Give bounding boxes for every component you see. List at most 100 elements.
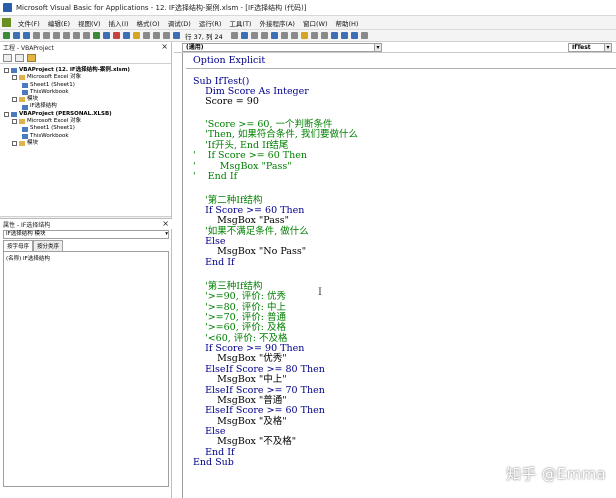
procedure-combo[interactable]: IfTest ▾ bbox=[568, 42, 612, 52]
view-object-icon[interactable] bbox=[15, 53, 24, 62]
left-panel: 工程 - VBAProject × VBAProject (12. IF选择结构… bbox=[0, 42, 172, 498]
properties-icon[interactable] bbox=[143, 32, 150, 39]
close-icon[interactable]: × bbox=[161, 43, 168, 51]
chevron-down-icon[interactable]: ▾ bbox=[604, 43, 611, 51]
tree-item[interactable]: 模块 bbox=[2, 140, 169, 147]
excel-icon[interactable] bbox=[2, 18, 11, 27]
cursor-position: 行 37, 列 24 bbox=[185, 32, 223, 41]
menu-format[interactable]: 格式(O) bbox=[133, 18, 164, 28]
menu-window[interactable]: 窗口(W) bbox=[299, 18, 332, 28]
code-line[interactable]: ElseIf Score >= 60 Then bbox=[193, 406, 325, 416]
code-line[interactable]: MsgBox "优秀" bbox=[193, 354, 287, 364]
menu-run[interactable]: 运行(R) bbox=[195, 18, 226, 28]
code-line[interactable]: '>=60, 评价: 及格 bbox=[193, 323, 286, 333]
expand-icon[interactable] bbox=[12, 141, 17, 147]
undo-icon[interactable] bbox=[73, 32, 80, 39]
menu-view[interactable]: 视图(V) bbox=[74, 18, 105, 28]
copy-icon[interactable] bbox=[43, 32, 50, 39]
project-toolbar bbox=[0, 52, 171, 64]
cut-icon[interactable] bbox=[33, 32, 40, 39]
code-line[interactable]: MsgBox "Pass" bbox=[193, 216, 289, 226]
code-line[interactable]: ' End If bbox=[193, 172, 237, 182]
collapse-icon[interactable] bbox=[4, 111, 9, 117]
indent-icon[interactable] bbox=[280, 32, 288, 39]
complete-word-icon[interactable] bbox=[270, 32, 278, 39]
project-tree: VBAProject (12. IF选择结构-案例.xlsm) Microsof… bbox=[0, 64, 171, 216]
next-bookmark-icon[interactable] bbox=[340, 32, 348, 39]
break-icon[interactable] bbox=[103, 32, 110, 39]
tree-item[interactable]: IF选择结构 bbox=[2, 103, 169, 110]
close-icon[interactable]: × bbox=[162, 220, 169, 228]
toggle-breakpoint-icon[interactable] bbox=[300, 32, 308, 39]
uncomment-block-icon[interactable] bbox=[320, 32, 328, 39]
code-line[interactable]: End If bbox=[193, 258, 234, 268]
find-icon[interactable] bbox=[63, 32, 70, 39]
bookmark-icon[interactable] bbox=[330, 32, 338, 39]
collapse-icon[interactable] bbox=[4, 68, 9, 74]
procedure-separator bbox=[186, 68, 616, 69]
code-line[interactable]: Option Explicit bbox=[193, 56, 265, 66]
tree-item[interactable]: Microsoft Excel 对象 bbox=[2, 118, 169, 125]
tree-item[interactable]: Sheet1 (Sheet1) bbox=[2, 125, 169, 132]
tree-item[interactable]: 模块 bbox=[2, 96, 169, 103]
code-line[interactable]: Score = 90 bbox=[193, 97, 259, 107]
list-members-icon[interactable] bbox=[240, 32, 248, 39]
menu-edit[interactable]: 编辑(E) bbox=[44, 18, 74, 28]
code-area[interactable]: I Option Explicit Sub IfTest() Dim Score … bbox=[174, 53, 616, 498]
menu-bar: 文件(F) 编辑(E) 视图(V) 插入(I) 格式(O) 调试(D) 运行(R… bbox=[0, 16, 616, 30]
chevron-down-icon[interactable]: ▾ bbox=[374, 43, 381, 51]
toolbox-icon[interactable] bbox=[163, 32, 170, 39]
param-info-icon[interactable] bbox=[260, 32, 268, 39]
project-explorer-icon[interactable] bbox=[133, 32, 140, 39]
tree-item[interactable]: Sheet1 (Sheet1) bbox=[2, 82, 169, 89]
collapse-icon[interactable] bbox=[12, 75, 17, 81]
design-mode-icon[interactable] bbox=[123, 32, 130, 39]
view-code-icon[interactable] bbox=[3, 53, 12, 62]
paste-icon[interactable] bbox=[53, 32, 60, 39]
code-line[interactable]: MsgBox "不及格" bbox=[193, 437, 296, 447]
properties-grid: (名称) IF选择结构 bbox=[3, 251, 169, 487]
comment-block-icon[interactable] bbox=[310, 32, 318, 39]
help-icon[interactable] bbox=[173, 32, 180, 39]
view-excel-icon[interactable] bbox=[3, 32, 10, 39]
menu-insert[interactable]: 插入(I) bbox=[105, 18, 133, 28]
menu-debug[interactable]: 调试(D) bbox=[164, 18, 195, 28]
object-browser-icon[interactable] bbox=[153, 32, 160, 39]
code-line[interactable]: 'Then, 如果符合条件, 我们要做什么 bbox=[193, 130, 358, 140]
menu-file[interactable]: 文件(F) bbox=[14, 18, 44, 28]
object-select[interactable]: IF选择结构 模块 ▾ bbox=[3, 230, 169, 239]
clear-bookmarks-icon[interactable] bbox=[360, 32, 368, 39]
tree-item[interactable]: VBAProject (PERSONAL.XLSB) bbox=[2, 111, 169, 118]
quick-info-icon[interactable] bbox=[250, 32, 258, 39]
edit-toolbar-icon[interactable] bbox=[230, 32, 238, 39]
object-combo[interactable]: (通用) ▾ bbox=[182, 42, 382, 52]
menu-help[interactable]: 帮助(H) bbox=[331, 18, 362, 28]
collapse-icon[interactable] bbox=[12, 119, 17, 125]
folder-icon bbox=[19, 141, 25, 147]
reset-icon[interactable] bbox=[113, 32, 120, 39]
property-row-name[interactable]: (名称) IF选择结构 bbox=[6, 254, 166, 262]
tree-item[interactable]: ThisWorkbook bbox=[2, 133, 169, 140]
outdent-icon[interactable] bbox=[290, 32, 298, 39]
menu-tools[interactable]: 工具(T) bbox=[225, 18, 255, 28]
run-icon[interactable] bbox=[93, 32, 100, 39]
save-icon[interactable] bbox=[23, 32, 30, 39]
prev-bookmark-icon[interactable] bbox=[350, 32, 358, 39]
vba-app-icon bbox=[3, 3, 12, 12]
menu-addins[interactable]: 外接程序(A) bbox=[255, 18, 299, 28]
insert-module-icon[interactable] bbox=[13, 32, 20, 39]
tree-item[interactable]: Microsoft Excel 对象 bbox=[2, 74, 169, 81]
redo-icon[interactable] bbox=[83, 32, 90, 39]
code-line[interactable]: ' If Score >= 60 Then bbox=[193, 151, 307, 161]
code-line[interactable]: MsgBox "中上" bbox=[193, 375, 287, 385]
tab-alphabetic[interactable]: 按字母序 bbox=[3, 240, 34, 251]
chevron-down-icon[interactable]: ▾ bbox=[165, 231, 168, 238]
collapse-icon[interactable] bbox=[12, 97, 17, 103]
toggle-folders-icon[interactable] bbox=[27, 53, 36, 62]
margin-indicator-bar[interactable] bbox=[182, 53, 183, 498]
properties-pane: 属性 - IF选择结构 × IF选择结构 模块 ▾ 按字母序 按分类序 (名称)… bbox=[0, 218, 172, 498]
tab-categorized[interactable]: 按分类序 bbox=[33, 240, 64, 251]
code-line[interactable]: MsgBox "No Pass" bbox=[193, 247, 306, 257]
code-line[interactable]: End Sub bbox=[193, 458, 234, 468]
code-line[interactable]: '>=90, 评价: 优秀 bbox=[193, 292, 286, 302]
